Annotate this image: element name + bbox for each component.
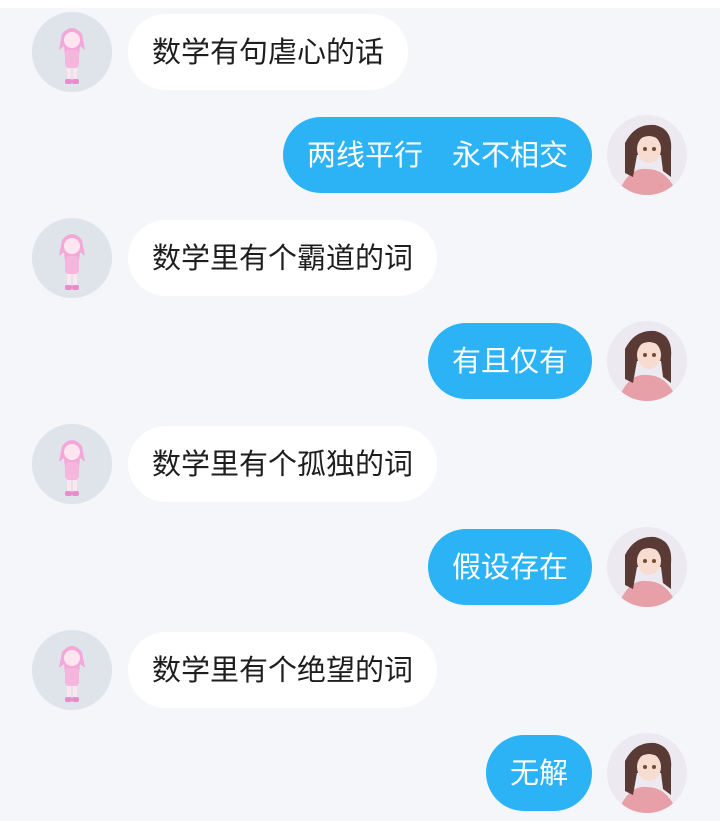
- message-bubble-outgoing[interactable]: 假设存在: [427, 529, 592, 605]
- message-bubble-outgoing[interactable]: 有且仅有: [427, 323, 592, 399]
- message-row-outgoing: 假设存在: [0, 527, 720, 607]
- message-row-outgoing: 有且仅有: [0, 321, 720, 401]
- message-row-outgoing: 两线平行 永不相交: [0, 115, 720, 195]
- pink-girl-avatar[interactable]: [32, 630, 112, 710]
- pink-girl-avatar[interactable]: [32, 12, 112, 92]
- anime-girl-avatar[interactable]: [607, 115, 687, 195]
- anime-girl-avatar[interactable]: [607, 321, 687, 401]
- pink-girl-avatar[interactable]: [32, 218, 112, 298]
- message-bubble-outgoing[interactable]: 两线平行 永不相交: [282, 117, 592, 193]
- anime-girl-avatar[interactable]: [607, 733, 687, 813]
- message-row-incoming: 数学里有个绝望的词: [0, 630, 720, 710]
- pink-girl-avatar[interactable]: [32, 424, 112, 504]
- message-row-incoming: 数学里有个孤独的词: [0, 424, 720, 504]
- message-bubble-incoming[interactable]: 数学里有个霸道的词: [128, 220, 438, 296]
- message-bubble-outgoing[interactable]: 无解: [485, 735, 592, 811]
- message-bubble-incoming[interactable]: 数学里有个孤独的词: [128, 426, 438, 502]
- message-bubble-incoming[interactable]: 数学里有个绝望的词: [128, 632, 438, 708]
- message-row-incoming: 数学有句虐心的话: [0, 12, 720, 92]
- message-row-outgoing: 无解: [0, 733, 720, 813]
- chat-message-list[interactable]: 数学有句虐心的话 两线平行 永不相交 数学里有个霸道的词 有且仅有 数学里有个孤…: [0, 0, 720, 821]
- message-row-incoming: 数学里有个霸道的词: [0, 218, 720, 298]
- message-bubble-incoming[interactable]: 数学有句虐心的话: [128, 14, 409, 90]
- anime-girl-avatar[interactable]: [607, 527, 687, 607]
